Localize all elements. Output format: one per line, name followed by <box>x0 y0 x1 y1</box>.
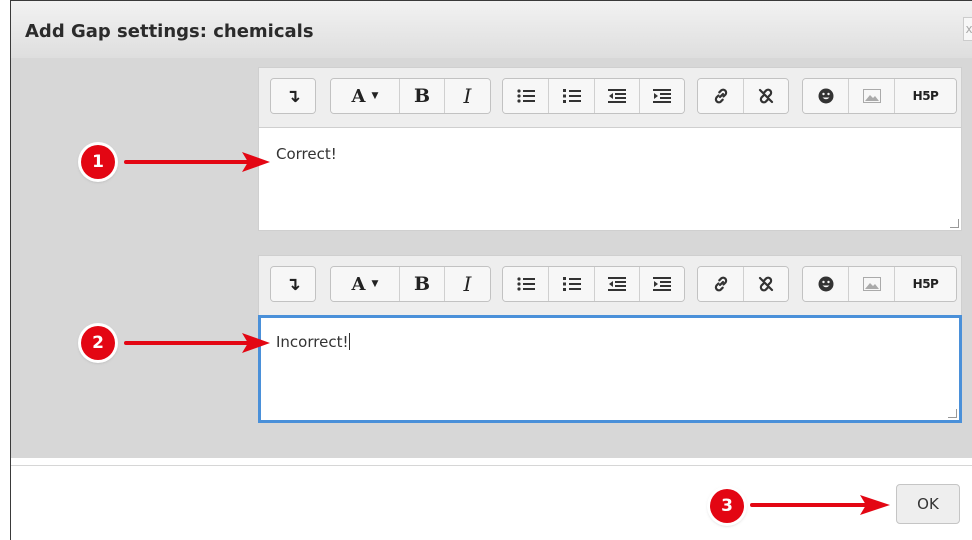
toolbar-group-more: ↴ <box>270 78 316 114</box>
image-icon[interactable] <box>849 79 895 113</box>
text-cursor <box>349 333 351 350</box>
callout-arrow-2 <box>124 333 270 353</box>
h5p-label: H5P <box>912 89 939 103</box>
indent-icon[interactable] <box>640 267 684 301</box>
emoticon-icon[interactable] <box>803 79 849 113</box>
toolbar-group-links <box>697 78 789 114</box>
emoticon-icon[interactable] <box>803 267 849 301</box>
correct-feedback-text: Correct! <box>276 145 337 163</box>
incorrect-feedback-editor: ↴ A ▼ B I H5P Incorrect! <box>258 255 962 423</box>
chevron-down-icon: ▼ <box>371 279 379 289</box>
outdent-icon[interactable] <box>595 79 640 113</box>
unlink-icon[interactable] <box>744 79 788 113</box>
correct-feedback-editor: ↴ A ▼ B I H5P Correct! <box>258 67 962 231</box>
resize-handle[interactable] <box>950 219 959 228</box>
toolbar-group-text: A ▼ B I <box>330 78 491 114</box>
outdent-icon[interactable] <box>595 267 640 301</box>
resize-handle[interactable] <box>948 409 957 418</box>
callout-badge-2: 2 <box>81 326 115 360</box>
font-style-button[interactable]: A ▼ <box>331 267 400 301</box>
editor-toolbar: ↴ A ▼ B I H5P <box>258 255 962 315</box>
numbered-list-icon[interactable] <box>549 79 595 113</box>
toolbar-group-lists <box>502 78 685 114</box>
dialog-titlebar: Add Gap settings: chemicals x <box>11 1 972 59</box>
incorrect-feedback-text: Incorrect! <box>276 333 349 351</box>
bold-icon[interactable]: B <box>400 267 445 301</box>
show-more-icon[interactable]: ↴ <box>271 79 315 113</box>
numbered-list-icon[interactable] <box>549 267 595 301</box>
toolbar-group-insert: H5P <box>802 78 957 114</box>
callout-arrow-3 <box>750 495 890 515</box>
italic-icon[interactable]: I <box>445 79 490 113</box>
callout-arrow-1 <box>124 152 270 172</box>
font-style-button[interactable]: A ▼ <box>331 79 400 113</box>
callout-badge-1: 1 <box>81 145 115 179</box>
italic-icon[interactable]: I <box>445 267 490 301</box>
toolbar-group-insert: H5P <box>802 266 957 302</box>
h5p-label: H5P <box>912 277 939 291</box>
ok-button[interactable]: OK <box>896 484 960 524</box>
close-icon[interactable]: x <box>963 17 972 41</box>
image-icon[interactable] <box>849 267 895 301</box>
bold-icon[interactable]: B <box>400 79 445 113</box>
toolbar-group-text: A ▼ B I <box>330 266 491 302</box>
bullet-list-icon[interactable] <box>503 79 549 113</box>
bullet-list-icon[interactable] <box>503 267 549 301</box>
correct-feedback-input[interactable]: Correct! <box>258 127 962 231</box>
callout-badge-3: 3 <box>710 489 744 523</box>
font-style-icon: A <box>351 273 366 295</box>
editor-toolbar: ↴ A ▼ B I H5P <box>258 67 962 127</box>
unlink-icon[interactable] <box>744 267 788 301</box>
toolbar-group-links <box>697 266 789 302</box>
font-style-icon: A <box>351 85 366 107</box>
chevron-down-icon: ▼ <box>371 91 379 101</box>
toolbar-group-more: ↴ <box>270 266 316 302</box>
incorrect-feedback-input[interactable]: Incorrect! <box>258 315 962 423</box>
footer-divider <box>11 465 972 466</box>
show-more-icon[interactable]: ↴ <box>271 267 315 301</box>
h5p-icon[interactable]: H5P <box>895 79 956 113</box>
h5p-icon[interactable]: H5P <box>895 267 956 301</box>
toolbar-group-lists <box>502 266 685 302</box>
indent-icon[interactable] <box>640 79 684 113</box>
link-icon[interactable] <box>698 79 744 113</box>
link-icon[interactable] <box>698 267 744 301</box>
dialog-title: Add Gap settings: chemicals <box>25 21 314 42</box>
